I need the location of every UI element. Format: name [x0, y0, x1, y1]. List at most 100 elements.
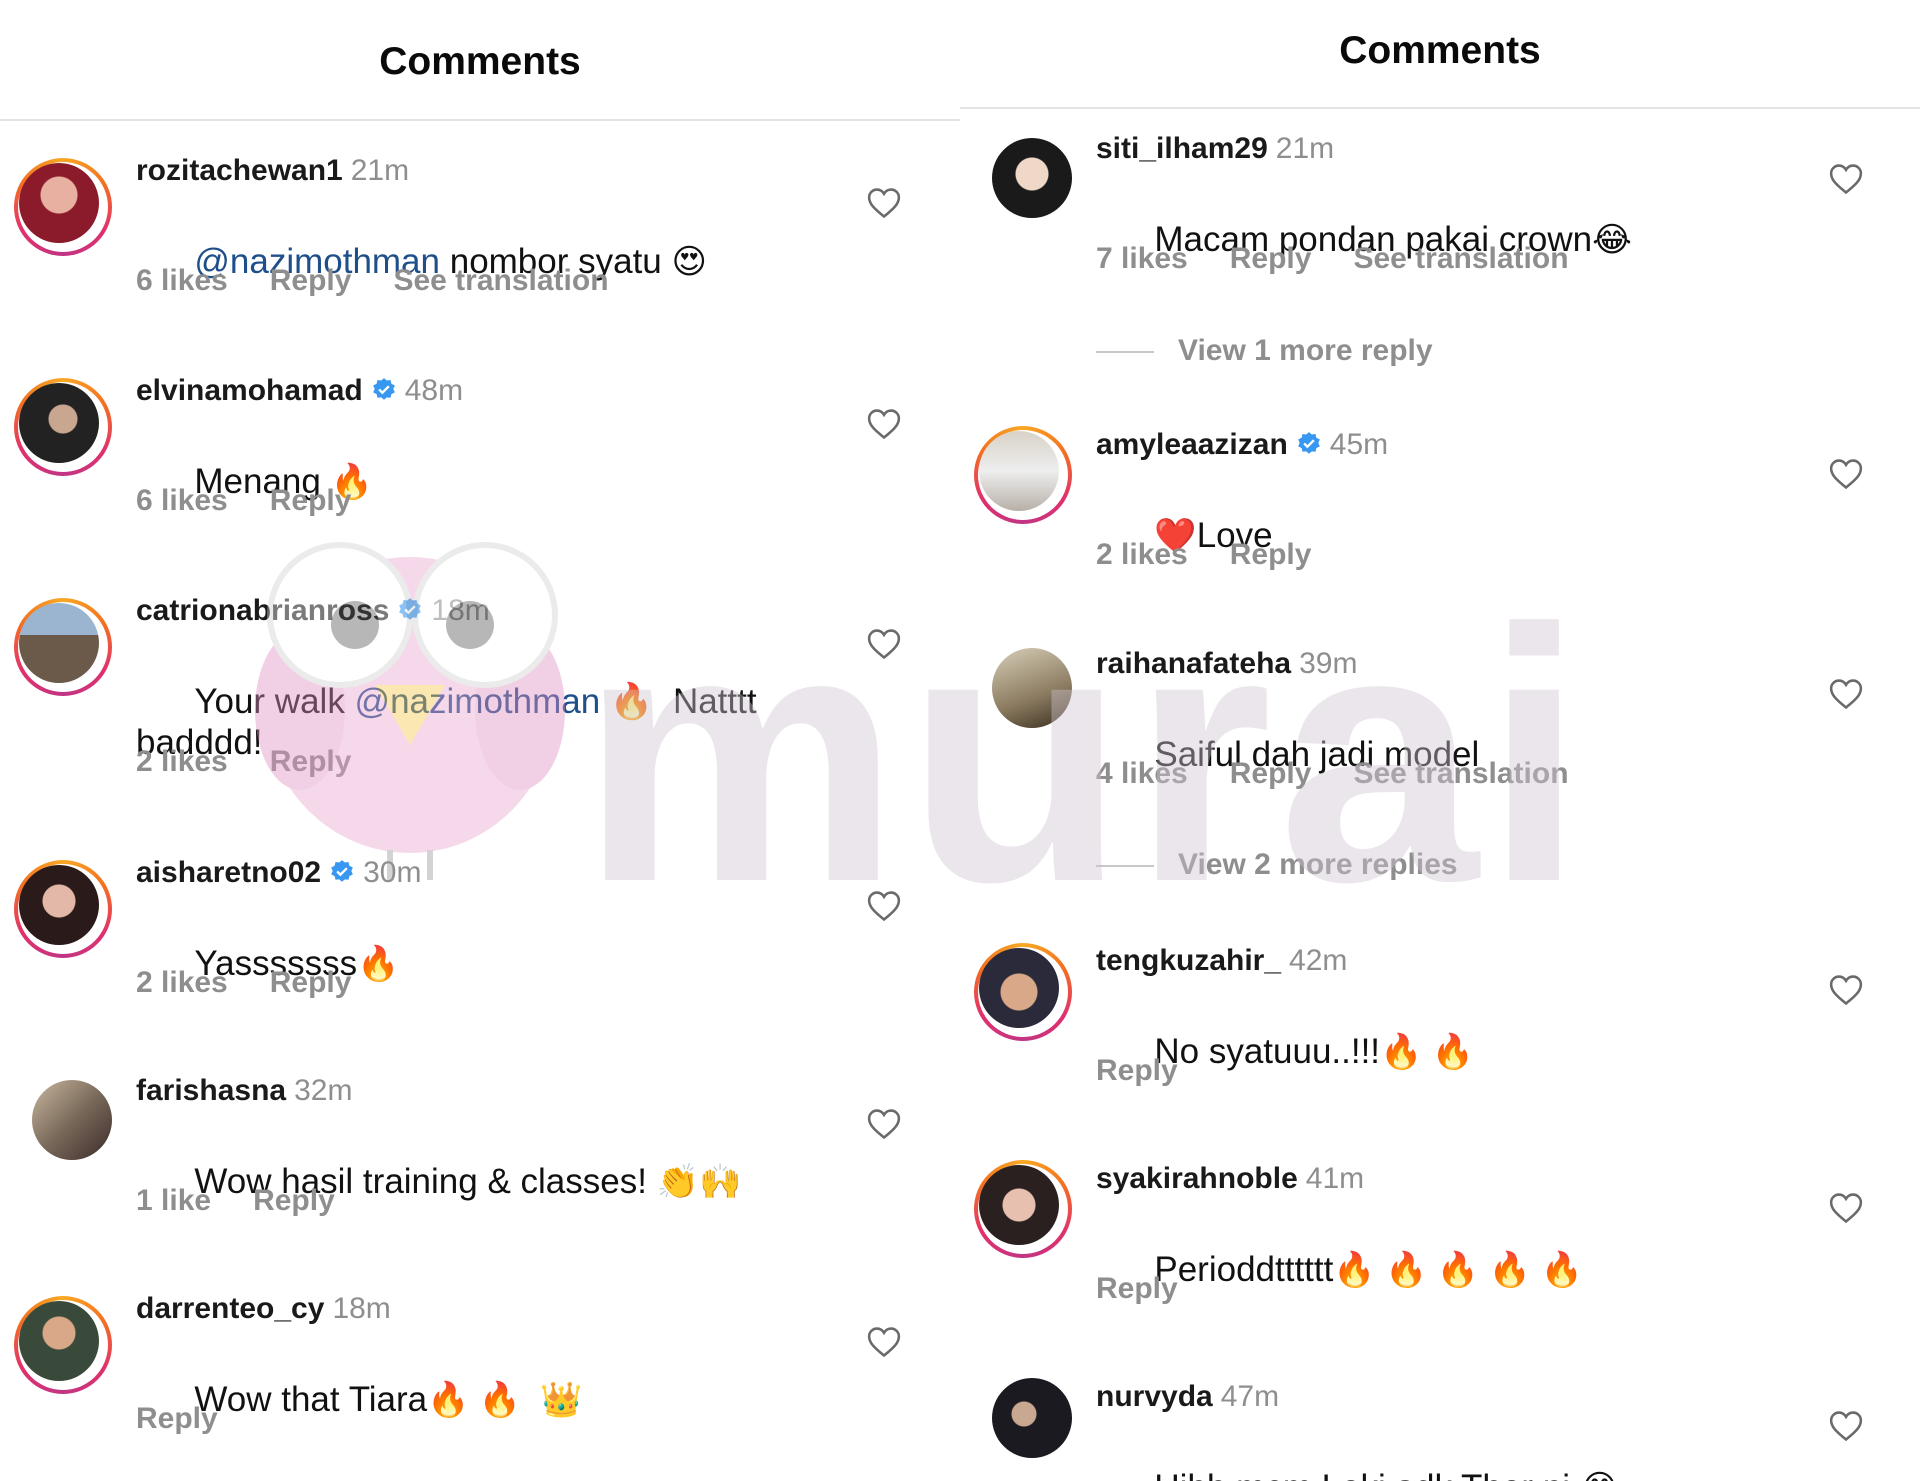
avatar — [19, 603, 99, 683]
view-more-replies-button[interactable]: View 2 more replies — [1096, 848, 1458, 882]
reply-button[interactable]: Reply — [270, 264, 352, 297]
reply-button[interactable]: Reply — [270, 966, 352, 999]
likes-count[interactable]: 2 likes — [136, 966, 228, 999]
avatar-story-ring[interactable] — [14, 598, 112, 696]
comment-emoji: 😂 — [1580, 1469, 1620, 1481]
comment-timestamp: 42m — [1289, 944, 1348, 977]
comment-timestamp: 45m — [1329, 428, 1389, 461]
comment-username[interactable]: darrenteo_cy — [136, 1292, 324, 1325]
comment-username[interactable]: nurvyda — [1096, 1380, 1213, 1413]
comment-emoji: 🔥 🔥 👑 — [427, 1381, 583, 1419]
header-divider — [0, 119, 960, 121]
view-more-replies-button[interactable]: View 1 more reply — [1096, 334, 1433, 368]
reply-button[interactable]: Reply — [253, 1184, 335, 1217]
view-more-label: View 1 more reply — [1178, 334, 1433, 367]
comment-username[interactable]: amyleaazizan — [1096, 428, 1288, 461]
comment-username[interactable]: aisharetno02 — [136, 856, 321, 889]
panel-title: Comments — [379, 40, 581, 83]
reply-button[interactable]: Reply — [1096, 1054, 1178, 1087]
comment-username[interactable]: syakirahnoble — [1096, 1162, 1298, 1195]
comment-emoji: 🔥 🔥 — [1380, 1033, 1475, 1071]
comment-username[interactable]: farishasna — [136, 1074, 286, 1107]
comment-text-suffix: 🔥 Natttt — [600, 682, 757, 721]
likes-count[interactable]: 2 likes — [1096, 538, 1188, 571]
avatar — [19, 865, 99, 945]
reply-button[interactable]: Reply — [1230, 757, 1312, 790]
avatar — [979, 948, 1059, 1028]
verified-badge-icon — [372, 378, 395, 400]
comments-panel-left: Comments rozitachewan1 21m @nazimothman n… — [0, 0, 960, 1481]
avatar-story-ring[interactable] — [14, 378, 112, 476]
panel-title: Comments — [1339, 29, 1541, 72]
comment-timestamp: 48m — [404, 374, 464, 407]
avatar-story-ring[interactable] — [974, 1160, 1072, 1258]
comment-timestamp: 47m — [1220, 1380, 1280, 1413]
reply-button[interactable]: Reply — [1096, 1272, 1178, 1305]
verified-badge-icon — [399, 598, 422, 620]
likes-count[interactable]: 6 likes — [136, 484, 228, 517]
heart-outline-icon[interactable] — [1829, 974, 1863, 1006]
avatar[interactable] — [32, 1080, 112, 1160]
reply-button[interactable]: Reply — [1230, 538, 1312, 571]
reply-button[interactable]: Reply — [136, 1402, 218, 1435]
avatar-story-ring[interactable] — [14, 158, 112, 256]
heart-outline-icon[interactable] — [867, 187, 901, 219]
likes-count[interactable]: 6 likes — [136, 264, 228, 297]
heart-outline-icon[interactable] — [867, 628, 901, 660]
comment-username[interactable]: siti_ilham29 — [1096, 132, 1268, 165]
reply-button[interactable]: Reply — [270, 484, 352, 517]
avatar-story-ring[interactable] — [974, 943, 1072, 1041]
avatar — [979, 431, 1059, 511]
avatar — [979, 1165, 1059, 1245]
avatar-story-ring[interactable] — [974, 426, 1072, 524]
comment-timestamp: 41m — [1305, 1162, 1365, 1195]
heart-outline-icon[interactable] — [867, 1326, 901, 1358]
comment-timestamp: 30m — [363, 856, 422, 889]
comment-username[interactable]: raihanafateha — [1096, 647, 1291, 680]
heart-outline-icon[interactable] — [867, 408, 901, 440]
verified-badge-icon — [331, 860, 353, 882]
avatar[interactable] — [992, 648, 1072, 728]
comment-username[interactable]: tengkuzahir_ — [1096, 944, 1281, 977]
avatar — [19, 383, 99, 463]
mention-link[interactable]: @nazimothman — [355, 682, 601, 721]
comment-timestamp: 18m — [431, 594, 490, 627]
see-translation-button[interactable]: See translation — [393, 264, 608, 297]
thread-line — [1096, 865, 1154, 868]
comment-username[interactable]: catrionabrianross — [136, 594, 389, 627]
comment-emoji: 👏🙌 — [656, 1163, 742, 1201]
comment-username[interactable]: rozitachewan1 — [136, 154, 343, 187]
likes-count[interactable]: 1 like — [136, 1184, 211, 1217]
heart-outline-icon[interactable] — [1829, 1410, 1863, 1442]
heart-outline-icon[interactable] — [867, 1108, 901, 1140]
comment-timestamp: 39m — [1299, 647, 1358, 680]
heart-outline-icon[interactable] — [1829, 1192, 1863, 1224]
comment-timestamp: 32m — [294, 1074, 353, 1107]
heart-outline-icon[interactable] — [867, 890, 901, 922]
comment-timestamp: 18m — [332, 1292, 391, 1325]
heart-outline-icon[interactable] — [1829, 458, 1863, 490]
likes-count[interactable]: 4 likes — [1096, 757, 1188, 790]
avatar — [19, 163, 99, 243]
heart-outline-icon[interactable] — [1829, 163, 1863, 195]
avatar[interactable] — [992, 138, 1072, 218]
comment-timestamp: 21m — [1275, 132, 1335, 165]
see-translation-button[interactable]: See translation — [1353, 757, 1568, 790]
reply-button[interactable]: Reply — [270, 745, 352, 778]
avatar-story-ring[interactable] — [14, 860, 112, 958]
avatar-story-ring[interactable] — [14, 1296, 112, 1394]
verified-badge-icon — [1297, 432, 1320, 454]
likes-count[interactable]: 2 likes — [136, 745, 228, 778]
heart-outline-icon[interactable] — [1829, 678, 1863, 710]
comment-username[interactable]: elvinamohamad — [136, 374, 363, 407]
likes-count[interactable]: 7 likes — [1096, 242, 1188, 275]
thread-line — [1096, 351, 1154, 354]
comment-timestamp: 21m — [350, 154, 410, 187]
see-translation-button[interactable]: See translation — [1353, 242, 1568, 275]
reply-button[interactable]: Reply — [1230, 242, 1312, 275]
view-more-label: View 2 more replies — [1178, 848, 1458, 881]
avatar[interactable] — [992, 1378, 1072, 1458]
comment-text: Uihh mcm Loki adk Thor ni — [1154, 1468, 1579, 1481]
comment-emoji: 🔥 🔥 🔥 🔥 🔥 — [1333, 1251, 1583, 1289]
avatar — [19, 1301, 99, 1381]
